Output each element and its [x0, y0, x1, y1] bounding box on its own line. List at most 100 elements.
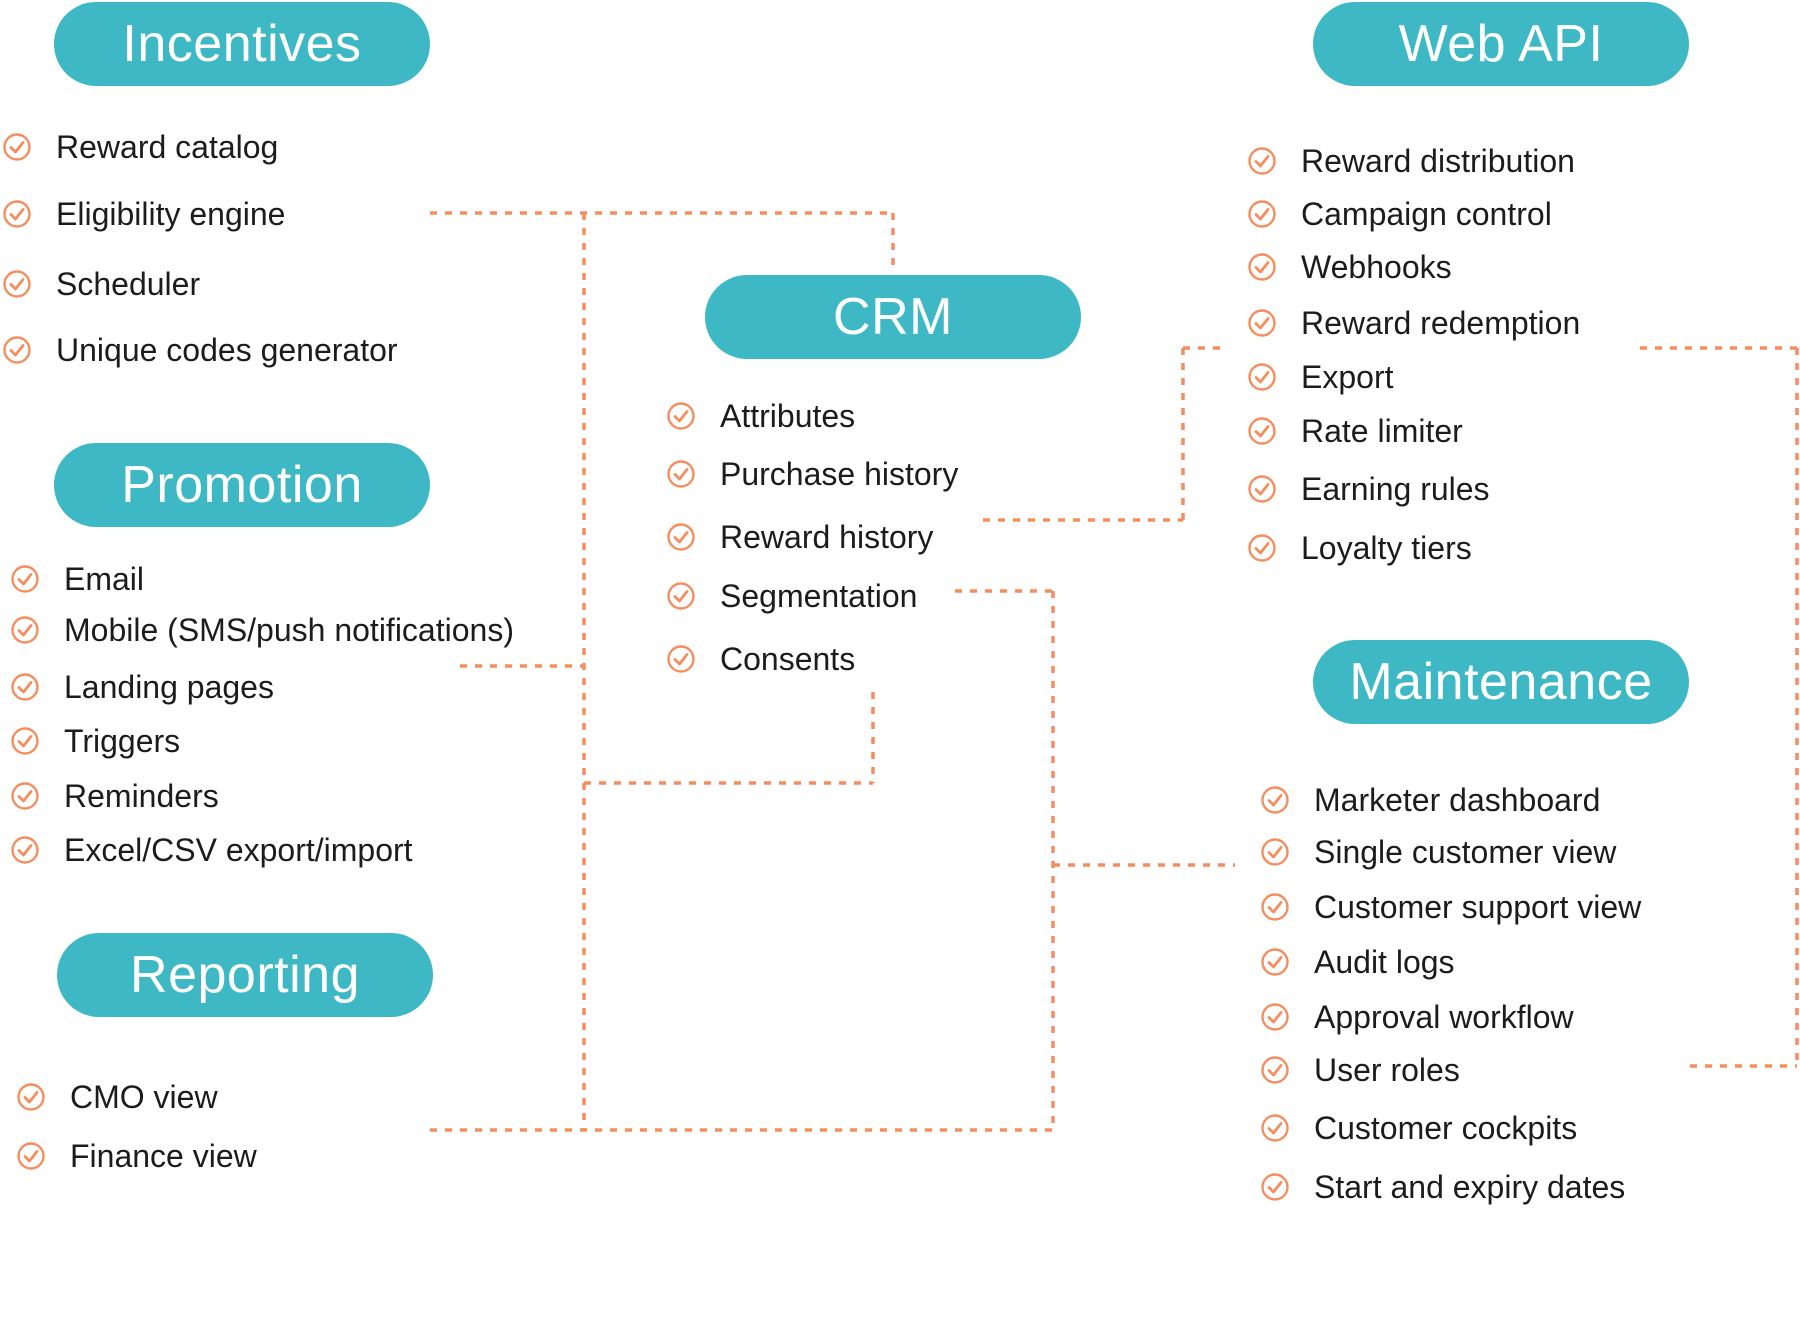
check-circle-icon [1247, 533, 1277, 563]
promotion-item-label: Triggers [64, 722, 181, 759]
reporting-header: Reporting [57, 933, 433, 1017]
promotion-item-label: Reminders [64, 777, 219, 814]
webapi-header: Web API [1313, 2, 1689, 86]
crm-item-label: Attributes [720, 397, 856, 434]
maintenance-item-label: Single customer view [1314, 833, 1617, 870]
check-circle-icon [10, 672, 40, 702]
maintenance-item-label: Customer cockpits [1314, 1109, 1578, 1146]
promotion-item-label: Email [64, 560, 145, 597]
promotion-item: Landing pages [10, 667, 274, 707]
incentives-title: Incentives [122, 15, 362, 73]
webapi-item: Reward distribution [1247, 141, 1575, 181]
check-circle-icon [1260, 837, 1290, 867]
incentives-item-label: Scheduler [56, 265, 201, 302]
check-circle-icon [1260, 1172, 1290, 1202]
webapi-item-label: Rate limiter [1301, 412, 1463, 449]
webapi-item-label: Webhooks [1301, 248, 1452, 285]
webapi-item-label: Campaign control [1301, 195, 1552, 232]
crm-item: Attributes [666, 396, 855, 436]
crm-item: Consents [666, 639, 855, 679]
maintenance-item-label: Approval workflow [1314, 998, 1574, 1035]
check-circle-icon [16, 1141, 46, 1171]
crm-item: Reward history [666, 517, 933, 557]
check-circle-icon [1247, 252, 1277, 282]
crm-item-label: Consents [720, 640, 856, 677]
crm-header: CRM [705, 275, 1081, 359]
reporting-title: Reporting [130, 946, 360, 1004]
check-circle-icon [1260, 1002, 1290, 1032]
promotion-item: Email [10, 559, 144, 599]
incentives-item: Scheduler [2, 264, 200, 304]
reporting-item-label: CMO view [70, 1078, 218, 1115]
maintenance-item: Customer support view [1260, 887, 1641, 927]
reporting-item: Finance view [16, 1136, 257, 1176]
check-circle-icon [1247, 146, 1277, 176]
maintenance-item-label: User roles [1314, 1051, 1460, 1088]
incentives-item-label: Unique codes generator [56, 331, 398, 368]
promotion-title: Promotion [121, 456, 363, 514]
webapi-item: Reward redemption [1247, 303, 1580, 343]
check-circle-icon [1247, 416, 1277, 446]
webapi-item-label: Reward redemption [1301, 304, 1581, 341]
promotion-item: Reminders [10, 776, 219, 816]
webapi-item-label: Loyalty tiers [1301, 529, 1472, 566]
check-circle-icon [1247, 474, 1277, 504]
maintenance-item-label: Audit logs [1314, 943, 1455, 980]
crm-item-label: Purchase history [720, 455, 959, 492]
check-circle-icon [1247, 308, 1277, 338]
crm-item: Segmentation [666, 576, 917, 616]
check-circle-icon [10, 726, 40, 756]
maintenance-item: User roles [1260, 1050, 1460, 1090]
maintenance-item: Start and expiry dates [1260, 1167, 1625, 1207]
check-circle-icon [2, 132, 32, 162]
check-circle-icon [2, 199, 32, 229]
maintenance-item-label: Marketer dashboard [1314, 781, 1601, 818]
promotion-item: Triggers [10, 721, 180, 761]
maintenance-item: Approval workflow [1260, 997, 1574, 1037]
webapi-item: Campaign control [1247, 194, 1552, 234]
crm-item: Purchase history [666, 454, 958, 494]
check-circle-icon [10, 564, 40, 594]
check-circle-icon [1260, 1113, 1290, 1143]
check-circle-icon [10, 615, 40, 645]
check-circle-icon [1260, 1055, 1290, 1085]
maintenance-header: Maintenance [1313, 640, 1689, 724]
reporting-item-label: Finance view [70, 1137, 257, 1174]
check-circle-icon [10, 781, 40, 811]
check-circle-icon [666, 522, 696, 552]
check-circle-icon [10, 835, 40, 865]
check-circle-icon [16, 1082, 46, 1112]
webapi-title: Web API [1398, 15, 1604, 73]
webapi-item: Loyalty tiers [1247, 528, 1472, 568]
check-circle-icon [666, 459, 696, 489]
maintenance-item: Marketer dashboard [1260, 780, 1600, 820]
check-circle-icon [1247, 199, 1277, 229]
maintenance-item-label: Customer support view [1314, 888, 1642, 925]
check-circle-icon [1247, 362, 1277, 392]
incentives-item: Unique codes generator [2, 330, 398, 370]
promotion-item-label: Mobile (SMS/push notifications) [64, 611, 514, 648]
promotion-item: Mobile (SMS/push notifications) [10, 610, 514, 650]
webapi-item: Earning rules [1247, 469, 1490, 509]
promotion-item: Excel/CSV export/import [10, 830, 413, 870]
promotion-item-label: Landing pages [64, 668, 274, 705]
webapi-item-label: Reward distribution [1301, 142, 1575, 179]
crm-title: CRM [833, 288, 953, 346]
webapi-item: Rate limiter [1247, 411, 1463, 451]
incentives-item: Reward catalog [2, 127, 278, 167]
check-circle-icon [666, 581, 696, 611]
promotion-item-label: Excel/CSV export/import [64, 831, 413, 868]
incentives-header: Incentives [54, 2, 430, 86]
check-circle-icon [1260, 785, 1290, 815]
webapi-item: Export [1247, 357, 1393, 397]
promotion-header: Promotion [54, 443, 430, 527]
check-circle-icon [666, 644, 696, 674]
incentives-item: Eligibility engine [2, 194, 285, 234]
maintenance-item: Customer cockpits [1260, 1108, 1577, 1148]
check-circle-icon [666, 401, 696, 431]
check-circle-icon [1260, 892, 1290, 922]
reporting-item: CMO view [16, 1077, 218, 1117]
incentives-item-label: Eligibility engine [56, 195, 286, 232]
crm-item-label: Reward history [720, 518, 934, 555]
maintenance-item: Audit logs [1260, 942, 1455, 982]
